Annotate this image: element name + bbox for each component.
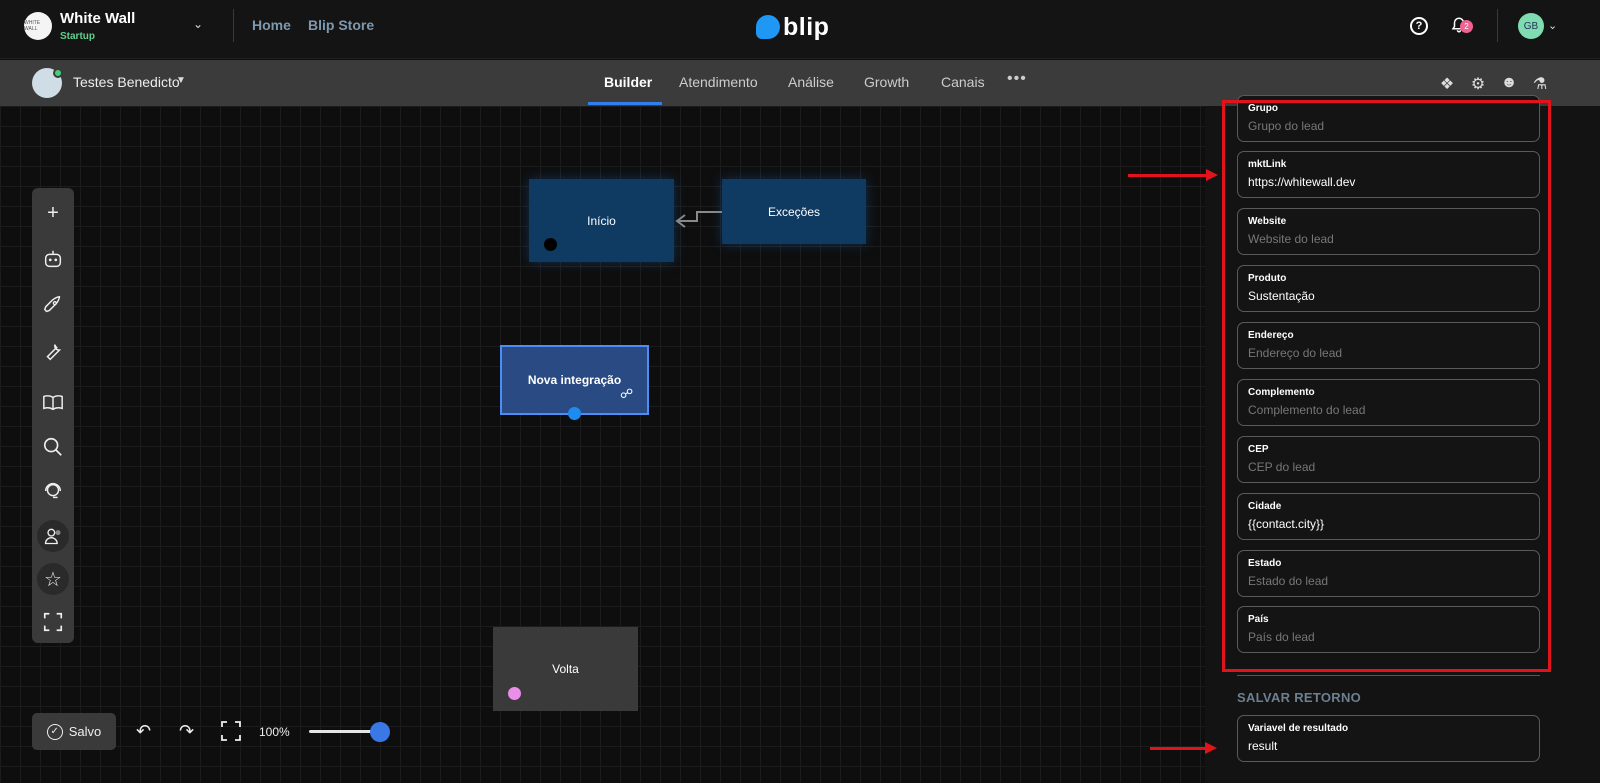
fullscreen-icon[interactable] bbox=[37, 606, 69, 638]
help-icon[interactable]: ? bbox=[1410, 17, 1428, 35]
zoom-level: 100% bbox=[259, 725, 290, 739]
redo-icon[interactable]: ↷ bbox=[179, 721, 194, 742]
check-icon: ✓ bbox=[46, 723, 63, 740]
bot-icon[interactable] bbox=[37, 243, 69, 275]
notification-badge: 2 bbox=[1460, 20, 1473, 33]
saved-button[interactable]: ✓ Salvo bbox=[32, 713, 116, 750]
block-start-marker bbox=[544, 238, 557, 251]
fit-screen-icon[interactable] bbox=[219, 719, 243, 748]
block-back-marker bbox=[508, 687, 521, 700]
undo-icon[interactable]: ↶ bbox=[136, 721, 151, 742]
support-icon[interactable] bbox=[37, 475, 69, 507]
flask-icon[interactable]: ⚗ bbox=[1530, 74, 1550, 94]
annotation-arrow-head bbox=[1205, 742, 1217, 754]
puzzle-icon[interactable]: ❖ bbox=[1437, 74, 1457, 94]
left-toolbar: + ☆ bbox=[32, 188, 74, 643]
add-icon[interactable]: + bbox=[37, 197, 69, 229]
connection-handle[interactable] bbox=[568, 407, 581, 420]
divider bbox=[1497, 9, 1498, 42]
annotation-highlight-box bbox=[1222, 100, 1551, 672]
block-integration[interactable]: Nova integração bbox=[500, 345, 649, 415]
divider bbox=[1237, 675, 1540, 676]
chevron-down-icon[interactable]: ⌄ bbox=[1548, 19, 1557, 32]
wrench-icon[interactable] bbox=[37, 336, 69, 368]
team-icon[interactable]: ☻ bbox=[1499, 74, 1519, 94]
result-variable-field[interactable]: Variavel de resultado result bbox=[1237, 715, 1540, 762]
zoom-slider-handle[interactable] bbox=[370, 722, 390, 742]
gear-icon[interactable]: ⚙ bbox=[1468, 74, 1488, 94]
user-icon[interactable] bbox=[37, 520, 69, 552]
annotation-arrow bbox=[1128, 174, 1210, 177]
star-icon[interactable]: ☆ bbox=[37, 563, 69, 595]
avatar[interactable]: GB bbox=[1518, 13, 1544, 39]
search-icon[interactable] bbox=[37, 431, 69, 463]
rocket-icon[interactable] bbox=[37, 289, 69, 321]
annotation-arrow-head bbox=[1206, 169, 1218, 181]
book-icon[interactable] bbox=[37, 386, 69, 418]
plug-icon: ☍ bbox=[620, 386, 634, 401]
block-exceptions[interactable]: Exceções bbox=[722, 179, 866, 244]
annotation-arrow bbox=[1150, 747, 1208, 750]
section-title: SALVAR RETORNO bbox=[1237, 690, 1362, 705]
